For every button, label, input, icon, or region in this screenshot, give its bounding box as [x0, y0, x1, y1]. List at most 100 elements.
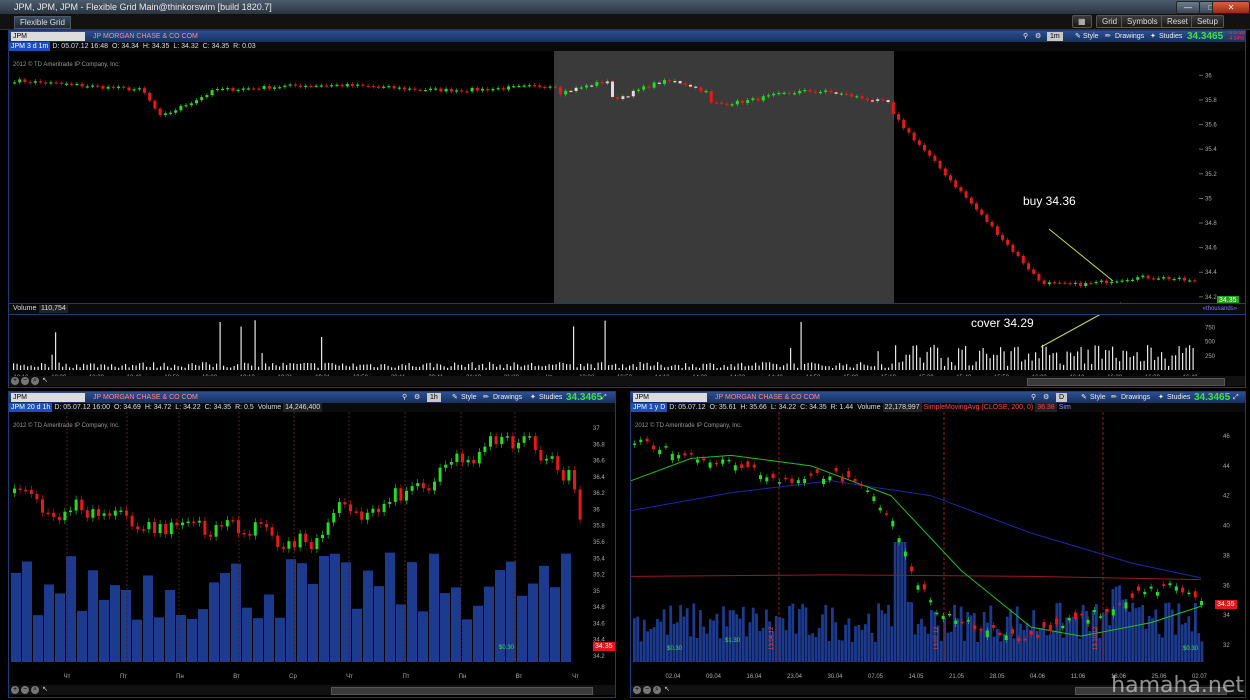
aggregation-selector[interactable]: 1h: [427, 393, 441, 402]
magnifier-icon[interactable]: ⌕: [31, 686, 39, 694]
candle-body: [954, 180, 958, 188]
volume-bar: [695, 367, 697, 370]
volume-bar: [926, 633, 930, 662]
drawings-menu[interactable]: Drawings: [1121, 393, 1150, 402]
volume-bar: [297, 563, 307, 662]
volume-bar: [534, 366, 536, 370]
horizontal-scrollbar[interactable]: [1027, 378, 1225, 386]
current-price-marker: 34.35: [1215, 600, 1237, 609]
aggregation-selector[interactable]: D: [1056, 393, 1068, 402]
style-menu[interactable]: Style: [1083, 32, 1099, 41]
volume-bar: [16, 363, 18, 370]
maximize-chart-icon[interactable]: ⤢: [601, 393, 607, 402]
link-icon[interactable]: ⚲: [1023, 32, 1028, 41]
chart-header: JPM JP MORGAN CHASE & CO COM ⚲ ⚙ 1h ✎ St…: [9, 392, 615, 403]
volume-bar: [864, 624, 867, 662]
candle-body: [1137, 586, 1140, 591]
candle-body: [803, 90, 807, 92]
volume-bar: [954, 365, 956, 370]
volume-bar: [319, 555, 329, 662]
candle-body: [746, 100, 750, 103]
candle-body: [209, 534, 212, 537]
y-tick-label: 42: [1223, 494, 1230, 500]
candle-body: [130, 515, 134, 527]
volume-bar: [940, 358, 942, 370]
drawings-menu[interactable]: Drawings: [493, 393, 522, 402]
symbol-input[interactable]: JPM: [11, 393, 85, 402]
studies-menu[interactable]: Studies: [1159, 32, 1182, 41]
maximize-chart-icon[interactable]: ⤢: [1233, 393, 1239, 402]
candle-body: [143, 88, 146, 93]
style-menu[interactable]: Style: [1090, 393, 1106, 402]
candle-body: [91, 509, 95, 518]
menu-grid[interactable]: Grid: [1096, 15, 1124, 28]
candle-body: [429, 88, 432, 91]
intraday-chart[interactable]: 36 35.8 35.6 35.4 35.2 35 34.8 34.6 34.4 34.2 750 5…: [9, 51, 1245, 383]
studies-icon: ✦: [1158, 394, 1164, 401]
zoom-out-icon[interactable]: −: [643, 686, 651, 694]
zoom-in-icon[interactable]: +: [11, 686, 19, 694]
wrench-icon[interactable]: ⚙: [414, 393, 420, 402]
studies-menu[interactable]: Studies: [539, 393, 562, 402]
volume-bar: [976, 641, 979, 662]
volume-bar: [1007, 365, 1009, 370]
candle-body: [704, 90, 708, 93]
volume-bar: [79, 367, 81, 370]
link-icon[interactable]: ⚲: [402, 393, 407, 402]
wrench-icon[interactable]: ⚙: [1043, 393, 1049, 402]
cursor-icon[interactable]: ↖: [41, 686, 49, 694]
volume-bar: [1098, 345, 1100, 370]
wrench-icon[interactable]: ⚙: [1035, 32, 1041, 41]
candle-body: [433, 481, 436, 491]
candle-body: [829, 90, 833, 93]
candle-body: [102, 513, 106, 516]
cursor-icon[interactable]: ↖: [663, 686, 671, 694]
volume-bar: [160, 366, 162, 370]
hourly-chart[interactable]: 37 36.8 36.6 36.4 36.2 36 35.8 35.6 35.4 35.2 35 34…: [9, 412, 615, 688]
candle-body: [1011, 244, 1015, 252]
volume-bar: [877, 351, 879, 370]
zoom-out-icon[interactable]: −: [21, 377, 29, 385]
zoom-in-icon[interactable]: +: [11, 377, 19, 385]
zoom-in-icon[interactable]: +: [633, 686, 641, 694]
aggregation-selector[interactable]: 1m: [1047, 32, 1063, 41]
menu-setup[interactable]: Setup: [1191, 15, 1224, 28]
menu-reset[interactable]: Reset: [1161, 15, 1194, 28]
candle-body: [933, 155, 937, 161]
volume-bar: [156, 367, 158, 370]
studies-menu[interactable]: Studies: [1167, 393, 1190, 402]
volume-bar: [440, 593, 450, 662]
volume-bar: [761, 627, 765, 662]
horizontal-scrollbar[interactable]: [331, 687, 593, 695]
candle-body: [639, 439, 643, 443]
menu-symbols[interactable]: Symbols: [1121, 15, 1164, 28]
link-icon[interactable]: ⚲: [1031, 393, 1036, 402]
close-button[interactable]: ✕: [1212, 1, 1250, 14]
volume-bar: [874, 366, 876, 370]
volume-bar: [48, 367, 50, 370]
volume-bar: [1171, 355, 1173, 370]
volume-bar: [330, 553, 340, 662]
candle-body: [1124, 602, 1128, 609]
zoom-out-icon[interactable]: −: [21, 686, 29, 694]
drawings-menu[interactable]: Drawings: [1115, 32, 1144, 41]
magnifier-icon[interactable]: ⌕: [31, 377, 39, 385]
candle-body: [242, 533, 246, 535]
cursor-icon[interactable]: ↖: [41, 377, 49, 385]
symbol-input[interactable]: JPM: [633, 393, 707, 402]
volume-bar: [90, 363, 92, 370]
symbol-input[interactable]: JPM: [11, 32, 85, 41]
candle-body: [304, 533, 308, 543]
dividend-label-1: $0.30: [667, 646, 683, 652]
x-tick-label: Чт: [346, 674, 353, 680]
magnifier-icon[interactable]: ⌕: [653, 686, 661, 694]
candle-body: [136, 526, 140, 530]
candle-body: [23, 79, 27, 83]
grid-layout-icon[interactable]: ▦: [1072, 15, 1092, 28]
style-menu[interactable]: Style: [461, 393, 477, 402]
y-tick-label: 35: [593, 589, 600, 595]
grid-tab[interactable]: Flexible Grid: [14, 16, 71, 29]
volume-bar: [405, 365, 407, 370]
volume-bar: [890, 626, 894, 662]
minimize-button[interactable]: —: [1176, 1, 1200, 14]
